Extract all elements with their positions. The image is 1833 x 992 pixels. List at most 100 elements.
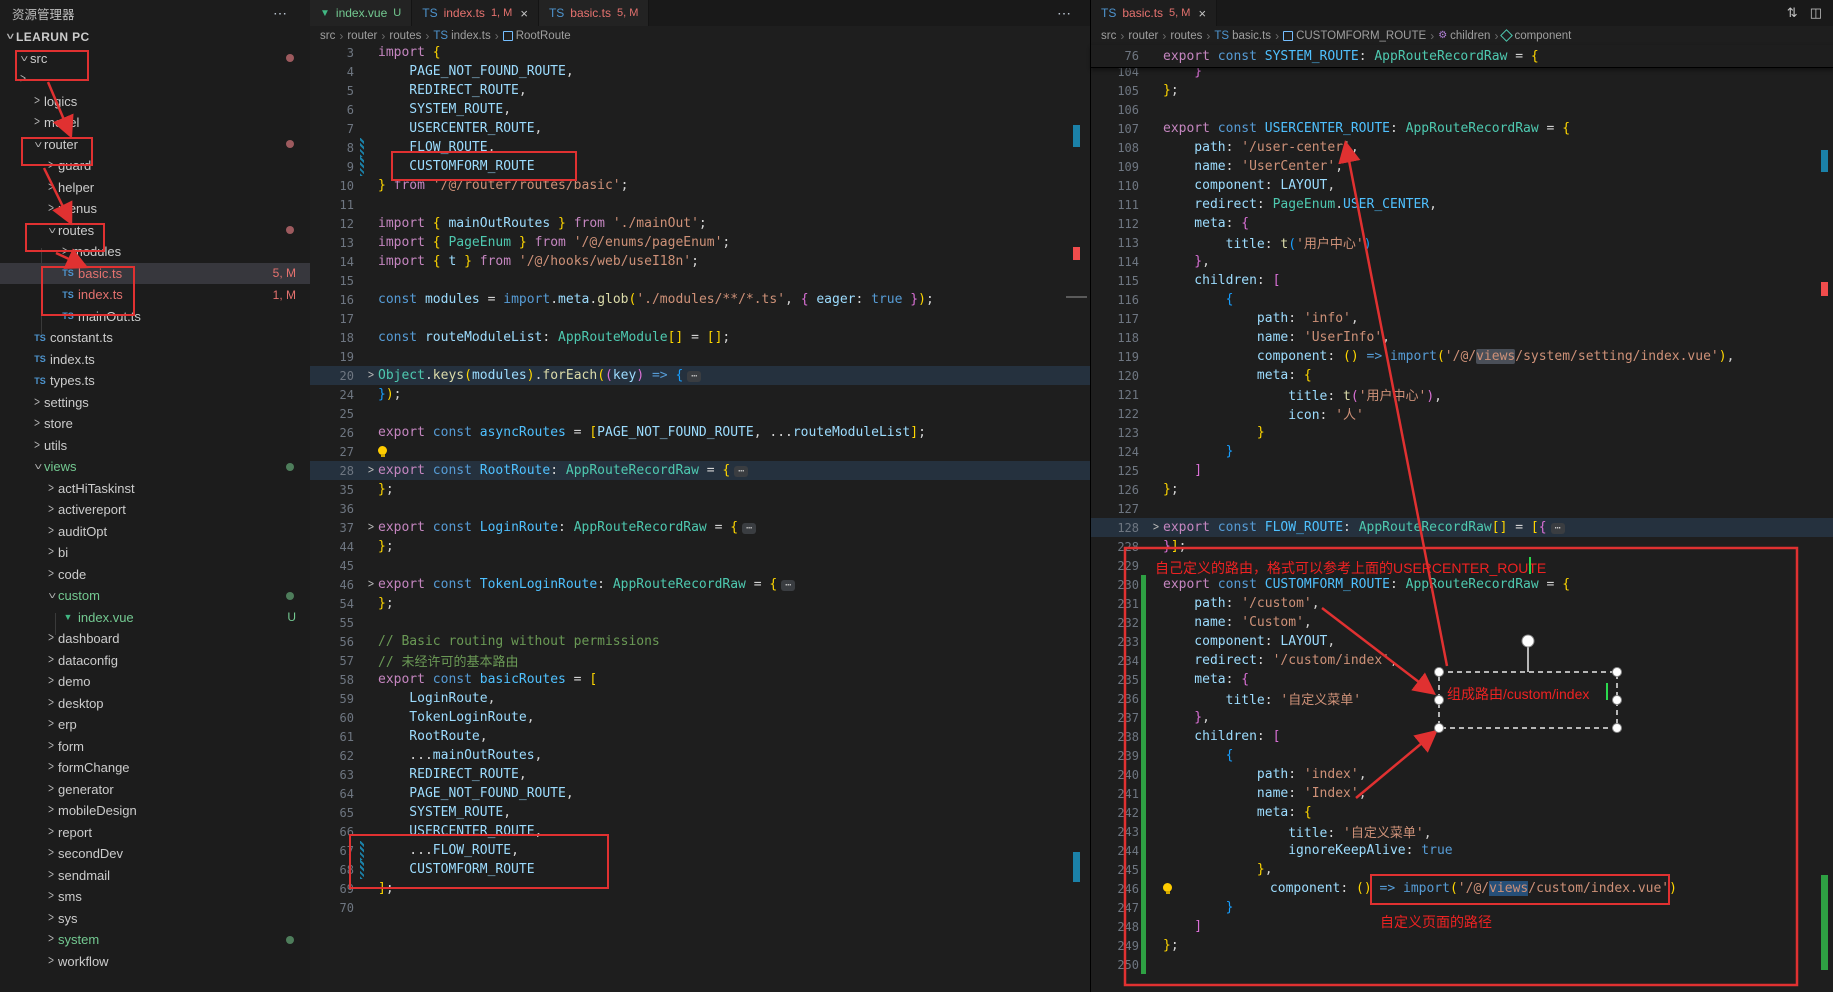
tree-item-menus[interactable]: >menus <box>0 198 310 220</box>
tree-item-dataconfig[interactable]: >dataconfig <box>0 650 310 672</box>
code-line-116[interactable]: 116 { <box>1091 290 1833 309</box>
tree-item-erp[interactable]: >erp <box>0 714 310 736</box>
code-line-232[interactable]: 232 name: 'Custom', <box>1091 613 1833 632</box>
code-line-56[interactable]: 56// Basic routing without permissions <box>310 632 1090 651</box>
tree-item-logics[interactable]: >logics <box>0 91 310 113</box>
tree-item-index.ts[interactable]: TSindex.ts1, M <box>0 284 310 306</box>
close-icon[interactable]: × <box>1198 6 1206 21</box>
close-icon[interactable]: × <box>520 6 528 21</box>
code-line-10[interactable]: 10} from '/@/router/routes/basic'; <box>310 176 1090 195</box>
code-line-28[interactable]: 28>export const RootRoute: AppRouteRecor… <box>310 461 1090 480</box>
tree-item-sms[interactable]: >sms <box>0 886 310 908</box>
lightbulb-icon[interactable] <box>378 446 387 455</box>
code-line-128[interactable]: 128>export const FLOW_ROUTE: AppRouteRec… <box>1091 518 1833 537</box>
code-line-65[interactable]: 65 SYSTEM_ROUTE, <box>310 803 1090 822</box>
code-line-37[interactable]: 37>export const LoginRoute: AppRouteReco… <box>310 518 1090 537</box>
code-line-54[interactable]: 54}; <box>310 594 1090 613</box>
code-line-63[interactable]: 63 REDIRECT_ROUTE, <box>310 765 1090 784</box>
tree-item-custom[interactable]: >custom <box>0 585 310 607</box>
code-line-12[interactable]: 12import { mainOutRoutes } from './mainO… <box>310 214 1090 233</box>
breadcrumb-item-component[interactable]: component <box>1502 30 1571 42</box>
code-line-229[interactable]: 229 <box>1091 556 1833 575</box>
code-line-120[interactable]: 120 meta: { <box>1091 366 1833 385</box>
code-line-125[interactable]: 125 ] <box>1091 461 1833 480</box>
tree-item-secondDev[interactable]: >secondDev <box>0 843 310 865</box>
fold-chevron-icon[interactable]: > <box>364 369 378 382</box>
tree-item-workflow[interactable]: >workflow <box>0 951 310 973</box>
breadcrumb-item-basic.ts[interactable]: TSbasic.ts <box>1214 30 1271 42</box>
code-line-45[interactable]: 45 <box>310 556 1090 575</box>
code-line-124[interactable]: 124 } <box>1091 442 1833 461</box>
split-editor-icon[interactable]: ◫ <box>1810 5 1822 21</box>
tree-item-demo[interactable]: >demo <box>0 671 310 693</box>
code-line-68[interactable]: 68 CUSTOMFORM_ROUTE <box>310 860 1090 879</box>
code-line-8[interactable]: 8 FLOW_ROUTE, <box>310 138 1090 157</box>
tree-item-code[interactable]: >code <box>0 564 310 586</box>
sticky-scroll-line[interactable]: 76export const SYSTEM_ROUTE: AppRouteRec… <box>1091 45 1833 68</box>
code-line-69[interactable]: 69]; <box>310 879 1090 898</box>
code-line-11[interactable]: 11 <box>310 195 1090 214</box>
code-line-127[interactable]: 127 <box>1091 499 1833 518</box>
code-line-109[interactable]: 109 name: 'UserCenter', <box>1091 157 1833 176</box>
code-line-234[interactable]: 234 redirect: '/custom/index', <box>1091 651 1833 670</box>
tree-item-desktop[interactable]: >desktop <box>0 693 310 715</box>
code-line-241[interactable]: 241 name: 'Index', <box>1091 784 1833 803</box>
code-line-239[interactable]: 239 { <box>1091 746 1833 765</box>
code-line-58[interactable]: 58export const basicRoutes = [ <box>310 670 1090 689</box>
fold-chevron-icon[interactable]: > <box>364 578 378 591</box>
code-line-64[interactable]: 64 PAGE_NOT_FOUND_ROUTE, <box>310 784 1090 803</box>
code-line-6[interactable]: 6 SYSTEM_ROUTE, <box>310 100 1090 119</box>
breadcrumb-item-router[interactable]: router <box>347 30 377 42</box>
code-line-118[interactable]: 118 name: 'UserInfo', <box>1091 328 1833 347</box>
code-line-26[interactable]: 26export const asyncRoutes = [PAGE_NOT_F… <box>310 423 1090 442</box>
tab-overflow-icon[interactable]: ⋯ <box>1039 5 1090 22</box>
code-line-240[interactable]: 240 path: 'index', <box>1091 765 1833 784</box>
tree-item-store[interactable]: >store <box>0 413 310 435</box>
code-line-105[interactable]: 105}; <box>1091 81 1833 100</box>
tree-item-types.ts[interactable]: TStypes.ts <box>0 370 310 392</box>
breadcrumb-item-children[interactable]: ⚙children <box>1438 30 1490 42</box>
tab-basic.ts[interactable]: TSbasic.ts5, M <box>539 0 649 26</box>
code-line-17[interactable]: 17 <box>310 309 1090 328</box>
code-line-27[interactable]: 27 <box>310 442 1090 461</box>
code-line-44[interactable]: 44}; <box>310 537 1090 556</box>
code-line-4[interactable]: 4 PAGE_NOT_FOUND_ROUTE, <box>310 62 1090 81</box>
tree-item-sendmail[interactable]: >sendmail <box>0 865 310 887</box>
code-line-249[interactable]: 249}; <box>1091 936 1833 955</box>
breadcrumb-item-RootRoute[interactable]: RootRoute <box>503 30 571 42</box>
code-line-61[interactable]: 61 RootRoute, <box>310 727 1090 746</box>
lightbulb-icon[interactable] <box>1163 883 1172 892</box>
code-line-24[interactable]: 24}); <box>310 385 1090 404</box>
code-line-126[interactable]: 126}; <box>1091 480 1833 499</box>
code-line-25[interactable]: 25 <box>310 404 1090 423</box>
tree-item-basic.ts[interactable]: TSbasic.ts5, M <box>0 263 310 285</box>
tree-item-helper[interactable]: >helper <box>0 177 310 199</box>
code-line-248[interactable]: 248 ] <box>1091 917 1833 936</box>
tree-item-index.ts[interactable]: TSindex.ts <box>0 349 310 371</box>
tree-item-auditOpt[interactable]: >auditOpt <box>0 521 310 543</box>
explorer-more-icon[interactable]: ⋯ <box>273 5 298 22</box>
code-line-57[interactable]: 57// 未经许可的基本路由 <box>310 651 1090 670</box>
code-line-245[interactable]: 245 }, <box>1091 860 1833 879</box>
fold-chevron-icon[interactable]: > <box>1149 521 1163 534</box>
code-line-20[interactable]: 20>Object.keys(modules).forEach((key) =>… <box>310 366 1090 385</box>
tree-item-router[interactable]: >router <box>0 134 310 156</box>
tree-item-actHiTaskinst[interactable]: >actHiTaskinst <box>0 478 310 500</box>
code-line-115[interactable]: 115 children: [ <box>1091 271 1833 290</box>
tree-item-mainOut.ts[interactable]: TSmainOut.ts <box>0 306 310 328</box>
code-line-18[interactable]: 18const routeModuleList: AppRouteModule[… <box>310 328 1090 347</box>
tree-item-model[interactable]: >model <box>0 112 310 134</box>
code-line-231[interactable]: 231 path: '/custom', <box>1091 594 1833 613</box>
tree-item-routes[interactable]: >routes <box>0 220 310 242</box>
code-line-123[interactable]: 123 } <box>1091 423 1833 442</box>
code-line-14[interactable]: 14import { t } from '/@/hooks/web/useI18… <box>310 252 1090 271</box>
code-line-119[interactable]: 119 component: () => import('/@/views/sy… <box>1091 347 1833 366</box>
code-line-66[interactable]: 66 USERCENTER_ROUTE, <box>310 822 1090 841</box>
code-line-70[interactable]: 70 <box>310 898 1090 917</box>
code-line-236[interactable]: 236 title: '自定义菜单' <box>1091 689 1833 708</box>
fold-chevron-icon[interactable]: > <box>364 521 378 534</box>
code-line-60[interactable]: 60 TokenLoginRoute, <box>310 708 1090 727</box>
code-line-62[interactable]: 62 ...mainOutRoutes, <box>310 746 1090 765</box>
code-line-55[interactable]: 55 <box>310 613 1090 632</box>
tree-item-index.vue[interactable]: ▼index.vueU <box>0 607 310 629</box>
